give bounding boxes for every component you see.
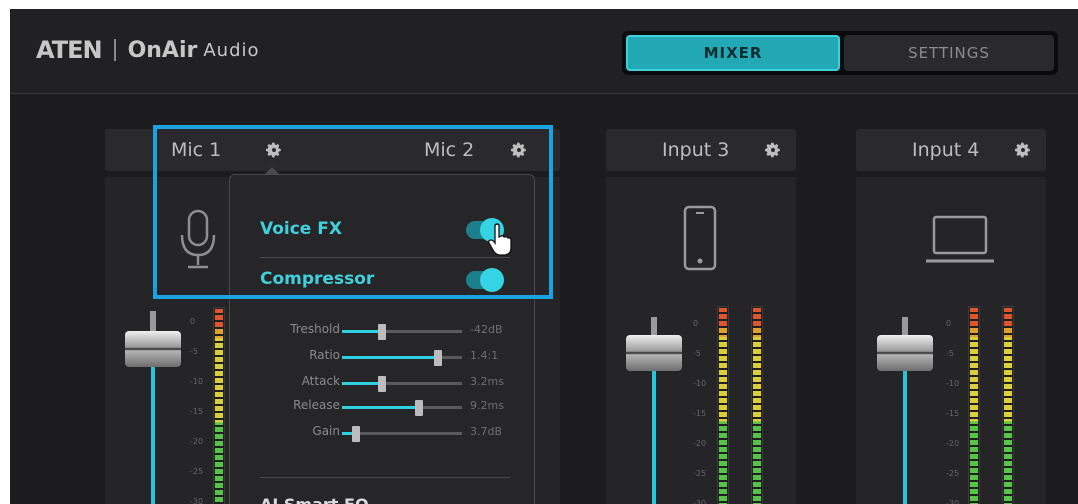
- slider-value: 9.2ms: [470, 399, 504, 412]
- tab-mixer[interactable]: MIXER: [626, 35, 840, 71]
- meter-scale-mic-1: 0 -5 -10 -15 -20 -25 -30: [190, 317, 204, 504]
- slider-thumb[interactable]: [352, 426, 361, 442]
- slider-threshold: Treshold -42dB: [230, 321, 536, 341]
- ai-smart-eq-label[interactable]: AI Smart EQ: [260, 495, 369, 504]
- level-meter-input-4-right: [1002, 306, 1014, 504]
- slider-value: -42dB: [470, 323, 503, 336]
- slider-release: Release 9.2ms: [230, 397, 536, 417]
- slider-fill: [342, 356, 438, 359]
- fader-track-input-3: [652, 365, 656, 504]
- fader-knob-input-4[interactable]: [877, 335, 933, 371]
- fader-track-mic-1: [151, 359, 155, 504]
- slider-track[interactable]: [342, 324, 462, 340]
- slider-value: 1.4:1: [470, 349, 499, 362]
- fader-knob-input-3[interactable]: [626, 335, 682, 371]
- channel-header-input-4: Input 4: [856, 129, 1046, 171]
- slider-label: Treshold: [290, 322, 340, 336]
- channel-label-input-3: Input 3: [662, 139, 730, 161]
- slider-label: Attack: [301, 374, 340, 388]
- slider-attack: Attack 3.2ms: [230, 373, 536, 393]
- slider-label: Release: [293, 398, 340, 412]
- popup-divider: [260, 477, 510, 478]
- gear-icon[interactable]: [764, 141, 782, 159]
- product-subtitle: Audio: [203, 39, 260, 61]
- level-meter-input-4-left: [968, 306, 980, 504]
- slider-value: 3.2ms: [470, 375, 504, 388]
- slider-fill: [342, 382, 382, 385]
- slider-fill: [342, 330, 382, 333]
- brand-name: ATEN: [36, 36, 103, 64]
- highlight-box: [153, 125, 553, 299]
- slider-track[interactable]: [342, 400, 462, 416]
- meter-scale-input-3: 0 -5 -10 -15 -20 -25 -30: [693, 319, 707, 504]
- fader-knob-mic-1[interactable]: [125, 331, 181, 367]
- app-logo: ATEN OnAir Audio: [36, 36, 260, 64]
- gear-icon[interactable]: [1014, 141, 1032, 159]
- slider-track[interactable]: [342, 426, 462, 442]
- view-tabs: MIXER SETTINGS: [622, 31, 1058, 75]
- smartphone-icon: [683, 205, 717, 271]
- slider-gain: Gain 3.7dB: [230, 423, 536, 443]
- level-meter-input-3-right: [751, 306, 763, 504]
- slider-label: Gain: [312, 424, 340, 438]
- tab-settings[interactable]: SETTINGS: [844, 35, 1054, 71]
- slider-track[interactable]: [342, 376, 462, 392]
- level-meter-input-3-left: [717, 306, 729, 504]
- laptop-icon: [926, 215, 994, 263]
- slider-value: 3.7dB: [470, 425, 503, 438]
- slider-label: Ratio: [309, 348, 340, 362]
- channel-header-input-3: Input 3: [606, 129, 796, 171]
- slider-ratio: Ratio 1.4:1: [230, 347, 536, 367]
- level-meter-mic-1: [213, 307, 225, 504]
- slider-thumb[interactable]: [377, 376, 386, 392]
- meter-scale-input-4: 0 -5 -10 -15 -20 -25 -30: [946, 319, 960, 504]
- onair-audio-window: ATEN OnAir Audio MIXER SETTINGS Mic 1 Mi…: [10, 9, 1078, 504]
- top-bar: ATEN OnAir Audio MIXER SETTINGS: [10, 9, 1078, 94]
- slider-thumb[interactable]: [377, 324, 386, 340]
- slider-thumb[interactable]: [414, 400, 423, 416]
- slider-track[interactable]: [342, 350, 462, 366]
- slider-fill: [342, 406, 419, 409]
- product-name: OnAir: [127, 37, 198, 63]
- logo-divider: [113, 39, 116, 61]
- fader-track-input-4: [903, 365, 907, 504]
- slider-thumb[interactable]: [434, 350, 442, 366]
- channel-label-input-4: Input 4: [912, 139, 980, 161]
